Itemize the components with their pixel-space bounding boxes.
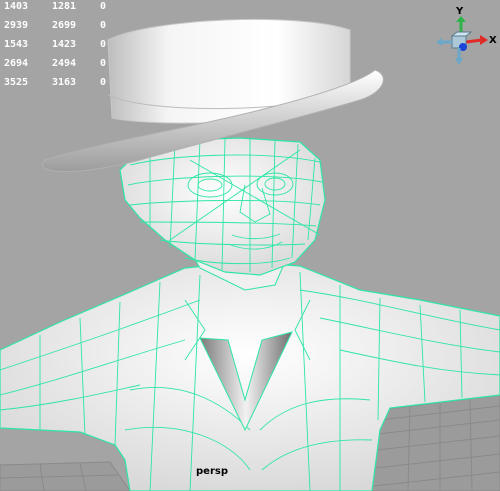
stat-value: 1281 bbox=[52, 1, 77, 12]
x-axis-label: X bbox=[489, 35, 497, 46]
camera-name-label: persp bbox=[196, 466, 228, 477]
stat-value: 1543 bbox=[4, 39, 29, 50]
stat-value: 0 bbox=[100, 58, 107, 69]
stat-value: 2939 bbox=[4, 20, 29, 31]
stat-value: 2694 bbox=[4, 58, 29, 69]
stat-value: 2699 bbox=[52, 20, 77, 31]
stat-value: 2494 bbox=[52, 58, 77, 69]
stat-value: 0 bbox=[100, 39, 107, 50]
stat-value: 0 bbox=[100, 1, 107, 12]
hud-stats-row: 2939 2699 0 bbox=[4, 20, 106, 34]
y-axis-label: Y bbox=[455, 6, 464, 17]
x-axis-arrow-icon[interactable] bbox=[465, 35, 488, 45]
hud-stats-row: 3525 3163 0 bbox=[4, 77, 106, 91]
perspective-viewport[interactable]: 1403 1281 0 2939 2699 0 1543 1423 0 2694… bbox=[0, 0, 500, 491]
stat-value: 1423 bbox=[52, 39, 77, 50]
hud-stats-row: 1403 1281 0 bbox=[4, 1, 106, 15]
view-cube-gizmo[interactable]: Y X bbox=[426, 2, 498, 72]
left-arrow-icon[interactable] bbox=[436, 38, 452, 46]
hud-stats-row: 1543 1423 0 bbox=[4, 39, 106, 53]
stat-value: 0 bbox=[100, 77, 107, 88]
stat-value: 0 bbox=[100, 20, 107, 31]
stat-value: 3163 bbox=[52, 77, 77, 88]
stat-value: 1403 bbox=[4, 1, 29, 12]
scene-canvas[interactable] bbox=[0, 0, 500, 491]
stat-value: 3525 bbox=[4, 77, 29, 88]
hud-stats-row: 2694 2494 0 bbox=[4, 58, 106, 72]
